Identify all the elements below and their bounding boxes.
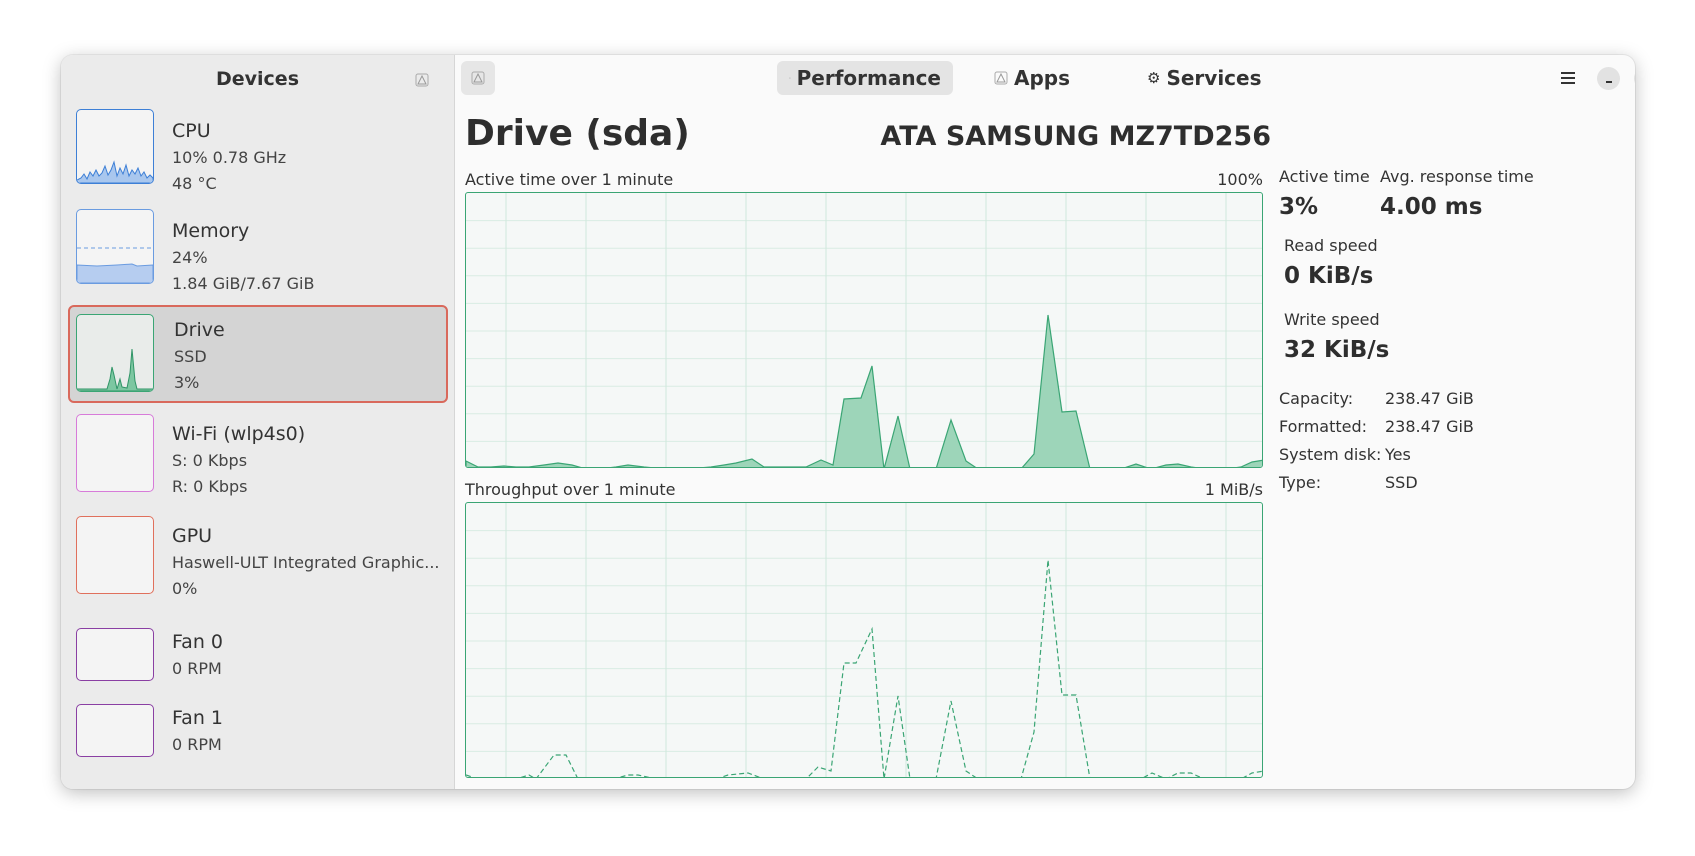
response-time-label: Avg. response time [1380,167,1534,186]
detail-key: System disk: [1279,445,1382,464]
sidebar-item-memory[interactable]: Memory 24% 1.84 GiB/7.67 GiB [68,206,448,293]
throughput-graph-max: 1 MiB/s [1204,480,1263,499]
sidebar-item-detail: 0% [172,579,198,598]
fan-thumbnail-graph [76,704,154,757]
minimize-button[interactable] [1597,67,1620,90]
sidebar-item-detail: R: 0 Kbps [172,477,248,496]
detail-value: 238.47 GiB [1385,389,1474,408]
response-time-value: 4.00 ms [1380,194,1483,220]
tab-services[interactable]: ⚙ Services [1135,61,1285,95]
tab-label: Apps [1013,66,1070,90]
sidebar-item-detail: 10% 0.78 GHz [172,148,287,167]
sidebar-item-name: CPU [172,120,211,142]
devices-sidebar: Devices CPU 10% 0.78 GHz 48 °C Memory 24… [61,55,455,789]
drive-thumbnail-graph [76,314,154,392]
detail-value: Yes [1385,445,1411,464]
drive-model: ATA SAMSUNG MZ7TD256 [880,121,1271,152]
sidebar-item-gpu[interactable]: GPU Haswell-ULT Integrated Graphic... 0% [68,513,448,598]
active-time-graph-max: 100% [1217,170,1263,189]
sidebar-item-name: GPU [172,525,213,547]
sidebar-item-cpu[interactable]: CPU 10% 0.78 GHz 48 °C [68,106,448,193]
sidebar-header: Devices [61,55,454,105]
app-window: Devices CPU 10% 0.78 GHz 48 °C Memory 24… [61,55,1635,789]
warning-icon [471,71,485,85]
page-title: Drive (sda) [465,113,690,154]
sidebar-item-detail: SSD [174,347,207,366]
active-time-graph-svg [466,193,1262,467]
read-speed-label: Read speed [1284,236,1378,255]
hamburger-menu-icon [1561,72,1575,84]
sidebar-title: Devices [215,68,299,90]
sidebar-item-detail: 24% [172,248,208,267]
gear-icon: ⚙ [1147,69,1161,87]
sidebar-item-detail: Haswell-ULT Integrated Graphic... [172,553,440,572]
sidebar-item-drive[interactable]: Drive SSD 3% [68,305,448,403]
sidebar-item-detail: 3% [174,373,200,392]
active-time-graph-label: Active time over 1 minute [465,170,674,189]
sidebar-item-detail: S: 0 Kbps [172,451,248,470]
sidebar-menu-button[interactable] [407,65,437,95]
tab-label: Services [1166,66,1262,90]
active-time-value: 3% [1279,194,1319,220]
sidebar-item-detail: 0 RPM [172,735,222,754]
warning-icon [994,71,1008,85]
gpu-thumbnail-graph [76,516,154,594]
detail-value: SSD [1385,473,1418,492]
sidebar-item-detail: 48 °C [172,174,217,193]
read-speed-value: 0 KiB/s [1284,263,1374,289]
main-panel: Performance Apps ⚙ Services Drive (sda) … [455,55,1635,789]
write-speed-value: 32 KiB/s [1284,337,1390,363]
detail-key: Type: [1279,473,1322,492]
sidebar-item-fan-1[interactable]: Fan 1 0 RPM [68,701,448,761]
sidebar-item-name: Memory [172,220,250,242]
wifi-thumbnail-graph [76,414,154,492]
throughput-graph-svg [466,503,1262,777]
detail-value: 238.47 GiB [1385,417,1474,436]
tab-performance[interactable]: Performance [777,61,953,95]
sidebar-item-detail: 1.84 GiB/7.67 GiB [172,274,315,293]
sidebar-item-name: Fan 1 [172,707,223,729]
active-time-graph [465,192,1263,468]
maximize-button[interactable] [1634,67,1635,90]
throughput-graph [465,502,1263,778]
detail-key: Formatted: [1279,417,1368,436]
warning-icon [415,73,429,87]
active-time-label: Active time [1279,167,1370,186]
detail-key: Capacity: [1279,389,1354,408]
fan-thumbnail-graph [76,628,154,681]
minimize-icon [1605,80,1612,83]
sidebar-item-name: Drive [174,319,225,341]
sidebar-item-fan-0[interactable]: Fan 0 0 RPM [68,625,448,685]
warning-icon [789,77,791,79]
sidebar-item-name: Fan 0 [172,631,223,653]
sidebar-item-wifi[interactable]: Wi-Fi (wlp4s0) S: 0 Kbps R: 0 Kbps [68,411,448,496]
tab-label: Performance [796,66,941,90]
sidebar-toggle-button[interactable] [461,61,495,95]
throughput-graph-label: Throughput over 1 minute [465,480,676,499]
main-menu-button[interactable] [1553,63,1583,93]
sidebar-item-detail: 0 RPM [172,659,222,678]
tab-apps[interactable]: Apps [982,61,1082,95]
sidebar-item-name: Wi-Fi (wlp4s0) [172,423,306,445]
cpu-thumbnail-graph [76,109,154,184]
memory-thumbnail-graph [76,209,154,284]
write-speed-label: Write speed [1284,310,1380,329]
